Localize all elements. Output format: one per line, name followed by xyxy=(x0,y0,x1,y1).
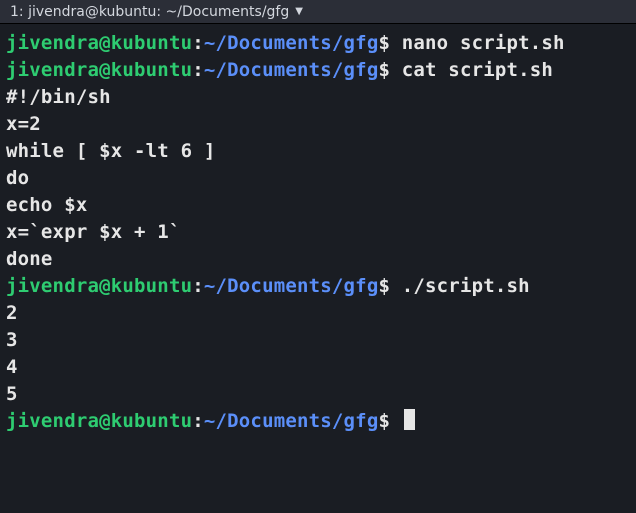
terminal-line: 4 xyxy=(6,354,630,381)
output-text: x=2 xyxy=(6,113,41,135)
terminal-line: x=`expr $x + 1` xyxy=(6,219,630,246)
prompt-separator: : xyxy=(192,59,204,81)
terminal-line: x=2 xyxy=(6,111,630,138)
command-text: ./script.sh xyxy=(402,275,530,297)
prompt-user: jivendra@kubuntu xyxy=(6,59,192,81)
prompt-path: ~/Documents/gfg xyxy=(204,275,379,297)
prompt-sigil: $ xyxy=(378,275,401,297)
terminal-line: jivendra@kubuntu:~/Documents/gfg$ xyxy=(6,408,630,435)
terminal-line: echo $x xyxy=(6,192,630,219)
prompt-user: jivendra@kubuntu xyxy=(6,410,192,432)
terminal-line: jivendra@kubuntu:~/Documents/gfg$ nano s… xyxy=(6,30,630,57)
terminal-line: while [ $x -lt 6 ] xyxy=(6,138,630,165)
terminal-line: 5 xyxy=(6,381,630,408)
terminal-line: #!/bin/sh xyxy=(6,84,630,111)
output-text: 5 xyxy=(6,383,18,405)
prompt-path: ~/Documents/gfg xyxy=(204,410,379,432)
output-text: 2 xyxy=(6,302,18,324)
output-text: 4 xyxy=(6,356,18,378)
prompt-sigil: $ xyxy=(378,410,401,432)
prompt-user: jivendra@kubuntu xyxy=(6,275,192,297)
output-text: while [ $x -lt 6 ] xyxy=(6,140,216,162)
prompt-sigil: $ xyxy=(378,32,401,54)
prompt-separator: : xyxy=(192,32,204,54)
terminal-line: 2 xyxy=(6,300,630,327)
output-text: do xyxy=(6,167,29,189)
command-text: nano script.sh xyxy=(402,32,565,54)
output-text: x=`expr $x + 1` xyxy=(6,221,181,243)
prompt-separator: : xyxy=(192,275,204,297)
terminal-line: 3 xyxy=(6,327,630,354)
command-text: cat script.sh xyxy=(402,59,553,81)
prompt-user: jivendra@kubuntu xyxy=(6,32,192,54)
prompt-sigil: $ xyxy=(378,59,401,81)
output-text: 3 xyxy=(6,329,18,351)
prompt-path: ~/Documents/gfg xyxy=(204,32,379,54)
prompt-path: ~/Documents/gfg xyxy=(204,59,379,81)
terminal-line: jivendra@kubuntu:~/Documents/gfg$ cat sc… xyxy=(6,57,630,84)
terminal-viewport[interactable]: jivendra@kubuntu:~/Documents/gfg$ nano s… xyxy=(0,24,636,441)
terminal-line: jivendra@kubuntu:~/Documents/gfg$ ./scri… xyxy=(6,273,630,300)
output-text: #!/bin/sh xyxy=(6,86,111,108)
window-title: 1: jivendra@kubuntu: ~/Documents/gfg xyxy=(10,4,289,20)
prompt-separator: : xyxy=(192,410,204,432)
window-titlebar[interactable]: 1: jivendra@kubuntu: ~/Documents/gfg ▼ xyxy=(0,0,636,24)
terminal-line: done xyxy=(6,246,630,273)
cursor xyxy=(404,409,415,430)
output-text: done xyxy=(6,248,53,270)
chevron-down-icon[interactable]: ▼ xyxy=(295,6,303,17)
terminal-line: do xyxy=(6,165,630,192)
output-text: echo $x xyxy=(6,194,87,216)
